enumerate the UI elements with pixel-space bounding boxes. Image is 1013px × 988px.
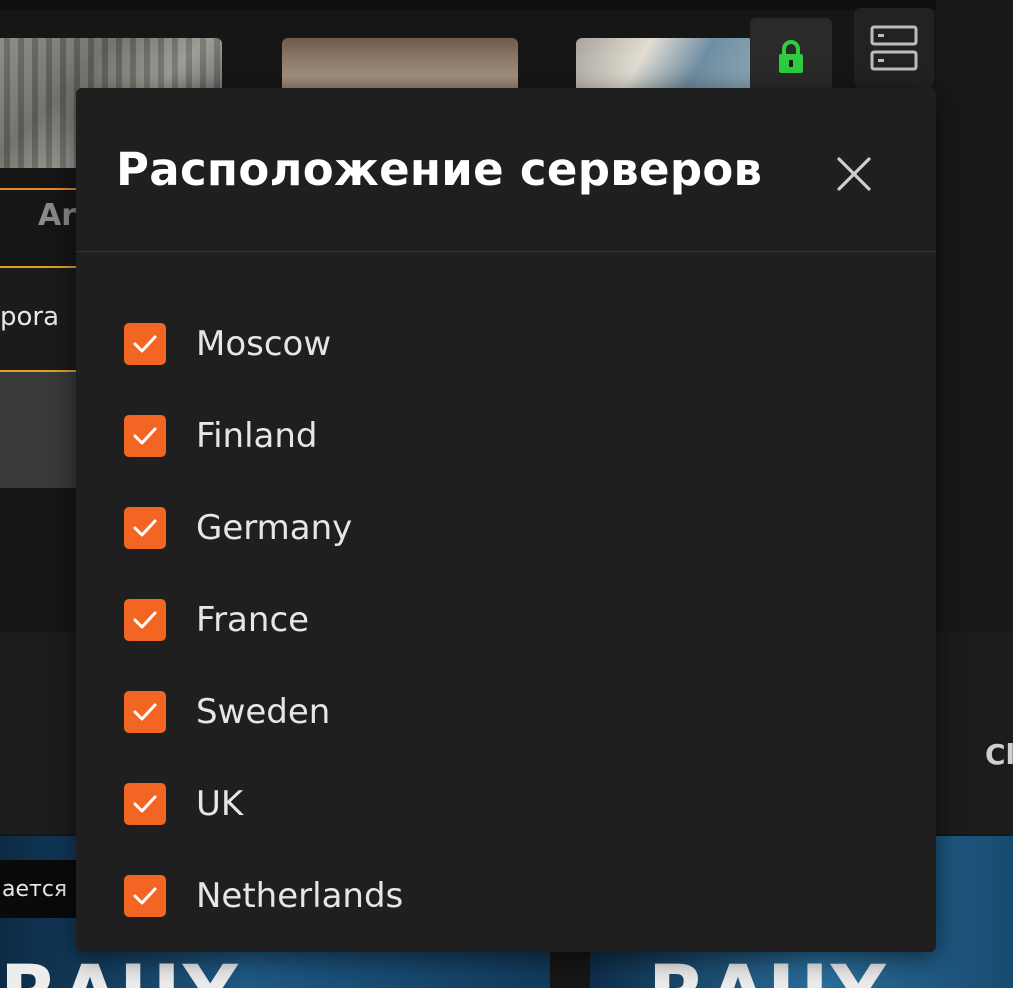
tab-underline: [0, 188, 80, 190]
background-button[interactable]: [0, 372, 80, 488]
banner-title: RAUY: [648, 948, 888, 988]
banner-title: RAUY: [0, 948, 240, 988]
check-icon: [133, 611, 157, 629]
checkbox-checked[interactable]: [124, 323, 166, 365]
lock-button[interactable]: [750, 18, 832, 96]
server-options-list: Moscow Finland Germany France Sweden UK …: [124, 298, 824, 942]
server-option-label: Sweden: [196, 692, 331, 732]
banner-tag: ается: [0, 860, 78, 918]
server-option-label: Germany: [196, 508, 353, 548]
check-icon: [133, 795, 157, 813]
server-option-germany[interactable]: Germany: [124, 482, 824, 574]
background-tab-label[interactable]: Ar: [38, 198, 76, 233]
server-option-label: Moscow: [196, 324, 332, 364]
background-right-text: Cl: [985, 738, 1013, 771]
modal-title: Расположение серверов: [116, 143, 763, 196]
check-icon: [133, 519, 157, 537]
check-icon: [133, 427, 157, 445]
server-location-modal: Расположение серверов Moscow Finland Ger…: [76, 88, 936, 952]
checkbox-checked[interactable]: [124, 783, 166, 825]
server-option-label: UK: [196, 784, 244, 824]
server-option-finland[interactable]: Finland: [124, 390, 824, 482]
server-option-moscow[interactable]: Moscow: [124, 298, 824, 390]
server-option-netherlands[interactable]: Netherlands: [124, 850, 824, 942]
checkbox-checked[interactable]: [124, 599, 166, 641]
check-icon: [133, 887, 157, 905]
check-icon: [133, 703, 157, 721]
server-location-button[interactable]: [854, 8, 934, 88]
checkbox-checked[interactable]: [124, 415, 166, 457]
checkbox-checked[interactable]: [124, 691, 166, 733]
modal-header: Расположение серверов: [76, 88, 936, 252]
server-option-sweden[interactable]: Sweden: [124, 666, 824, 758]
close-icon: [837, 157, 871, 191]
server-option-label: Finland: [196, 416, 318, 456]
checkbox-checked[interactable]: [124, 875, 166, 917]
background-field-text: pora: [0, 302, 60, 332]
right-column: [936, 0, 1013, 632]
server-option-uk[interactable]: UK: [124, 758, 824, 850]
server-option-label: Netherlands: [196, 876, 404, 916]
close-button[interactable]: [826, 146, 882, 202]
check-icon: [133, 335, 157, 353]
lock-icon: [779, 40, 803, 73]
server-option-france[interactable]: France: [124, 574, 824, 666]
server-icon: [870, 25, 918, 71]
checkbox-checked[interactable]: [124, 507, 166, 549]
server-option-label: France: [196, 600, 310, 640]
